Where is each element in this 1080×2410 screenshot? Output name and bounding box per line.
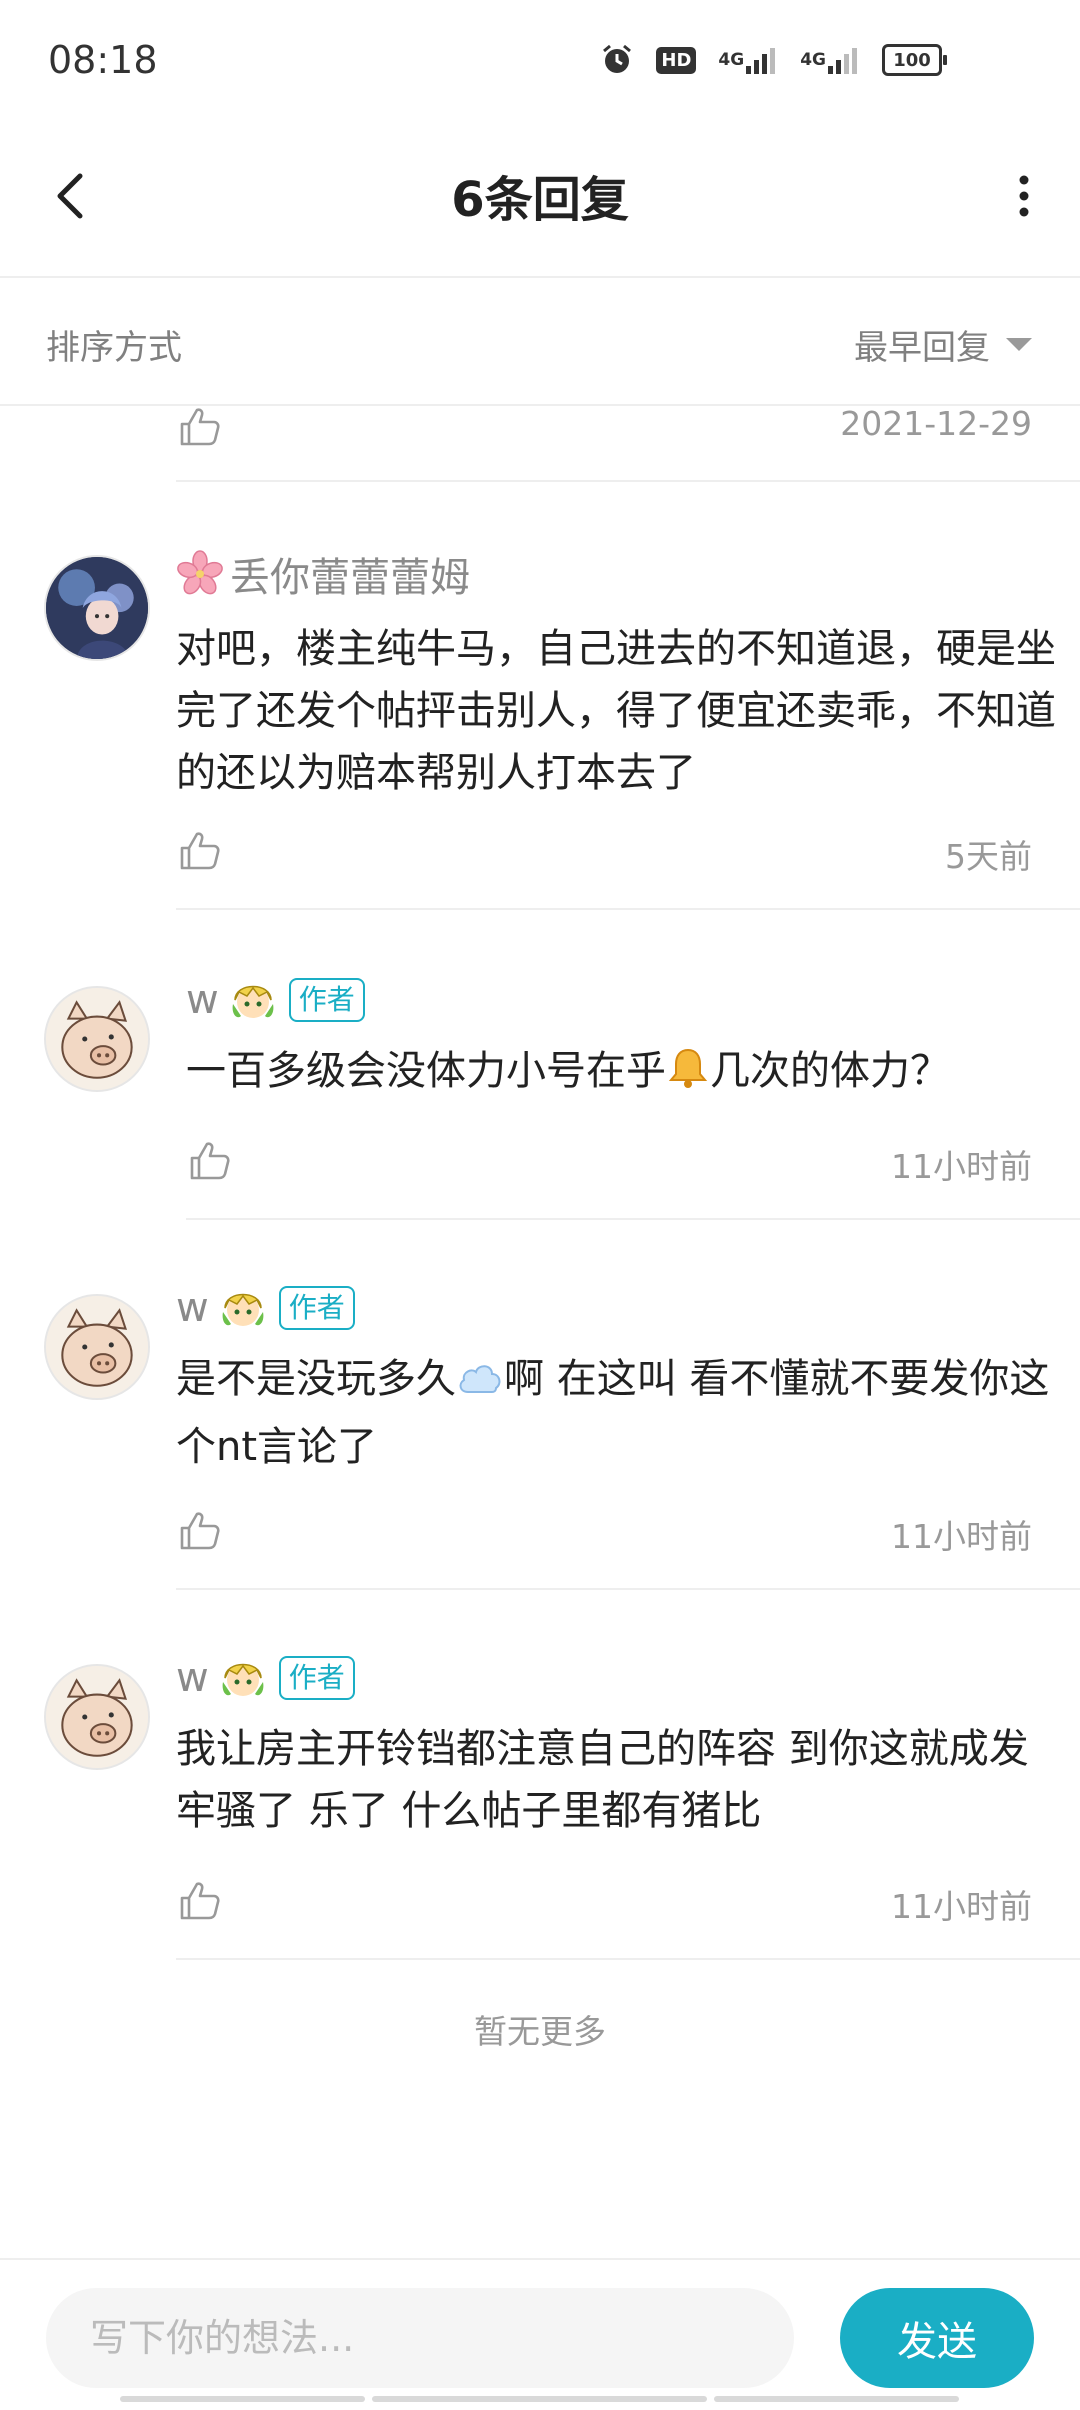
header: 6条回复 <box>0 120 1080 278</box>
comment-item: w 作者 我让房主开铃铛都注意自己的阵容 到你这就成发牢骚了 乐了 什么帖子里都… <box>0 1590 1080 1960</box>
like-icon[interactable] <box>178 404 222 448</box>
more-button[interactable] <box>992 164 1056 228</box>
username[interactable]: w <box>176 1285 209 1331</box>
sort-dropdown[interactable]: 最早回复 <box>854 320 1032 369</box>
avatar[interactable] <box>44 1664 150 1770</box>
comment-time: 5天前 <box>945 837 1032 876</box>
status-bar: 08:18 HD 4G 4G 100 <box>0 0 1080 120</box>
like-icon[interactable] <box>188 1138 232 1182</box>
no-more-label: 暂无更多 <box>474 2012 606 2051</box>
send-button[interactable]: 发送 <box>840 2288 1034 2388</box>
sort-bar: 排序方式 最早回复 <box>0 278 1080 406</box>
character-badge-icon <box>222 1663 264 1696</box>
gesture-bar <box>714 2396 959 2402</box>
username[interactable]: 丢你蕾蕾蕾姆 <box>230 545 470 603</box>
gesture-bar <box>120 2396 365 2402</box>
comment-text: 是不是没玩多久啊 在这叫 看不懂就不要发你这个nt言论了 <box>176 1354 1050 1470</box>
comment-header: 丢你蕾蕾蕾姆 <box>176 545 470 603</box>
cherry-blossom-icon <box>177 550 223 595</box>
status-time: 08:18 <box>48 38 158 82</box>
more-icon <box>1019 175 1029 217</box>
status-icons: HD 4G 4G 100 <box>600 40 947 80</box>
bell-emoji <box>666 1046 710 1108</box>
chevron-down-icon <box>1006 338 1032 351</box>
page-title: 6条回复 <box>451 172 629 228</box>
sort-selected: 最早回复 <box>854 328 990 368</box>
avatar[interactable] <box>44 986 150 1092</box>
comment-text: 对吧，楼主纯牛马，自己进去的不知道退，硬是坐完了还发个帖抨击别人，得了便宜还卖乖… <box>176 626 1056 796</box>
avatar[interactable] <box>44 555 150 661</box>
reply-input-bar: 发送 <box>0 2258 1080 2410</box>
signal-icon: 4G <box>718 46 778 74</box>
comment-item: w 作者 是不是没玩多久啊 在这叫 看不懂就不要发你这个nt言论了 11小时前 <box>0 1220 1080 1590</box>
divider <box>176 1958 1080 1960</box>
gesture-bar <box>372 2396 707 2402</box>
sort-label: 排序方式 <box>46 328 182 368</box>
like-icon[interactable] <box>178 828 222 872</box>
reply-time: 2021-12-29 <box>840 404 1032 443</box>
reply-input[interactable] <box>46 2288 794 2388</box>
author-tag: 作者 <box>288 978 365 1022</box>
signal-icon: 4G <box>800 46 860 74</box>
username[interactable]: w <box>176 1655 209 1701</box>
like-icon[interactable] <box>178 1878 222 1922</box>
cloud-emoji <box>456 1354 504 1416</box>
comment-text: 一百多级会没体力小号在乎 几次的体力？ <box>186 1040 1066 1108</box>
character-badge-icon <box>222 1293 264 1326</box>
author-tag: 作者 <box>278 1656 355 1700</box>
avatar[interactable] <box>44 1294 150 1400</box>
comment-time: 11小时前 <box>891 1147 1032 1186</box>
comment-header: w 作者 <box>186 974 365 1026</box>
username[interactable]: w <box>186 977 219 1023</box>
character-badge-icon <box>232 985 274 1018</box>
comment-header: w 作者 <box>176 1282 355 1334</box>
comment-item: 丢你蕾蕾蕾姆 对吧，楼主纯牛马，自己进去的不知道退，硬是坐完了还发个帖抨击别人，… <box>0 480 1080 910</box>
comment-text: 我让房主开铃铛都注意自己的阵容 到你这就成发牢骚了 乐了 什么帖子里都有猪比 <box>176 1726 1029 1834</box>
comment-header: w 作者 <box>176 1652 355 1704</box>
comment-time: 11小时前 <box>891 1517 1032 1556</box>
battery-icon: 100 <box>882 44 947 76</box>
comment-time: 11小时前 <box>891 1887 1032 1926</box>
author-tag: 作者 <box>278 1286 355 1330</box>
comment-item: w 作者 一百多级会没体力小号在乎 几次的体力？ 11小时前 <box>0 910 1080 1220</box>
alarm-icon <box>600 43 634 77</box>
hd-icon: HD <box>656 46 697 74</box>
like-icon[interactable] <box>178 1508 222 1552</box>
partial-reply-footer: 2021-12-29 <box>176 404 1080 482</box>
